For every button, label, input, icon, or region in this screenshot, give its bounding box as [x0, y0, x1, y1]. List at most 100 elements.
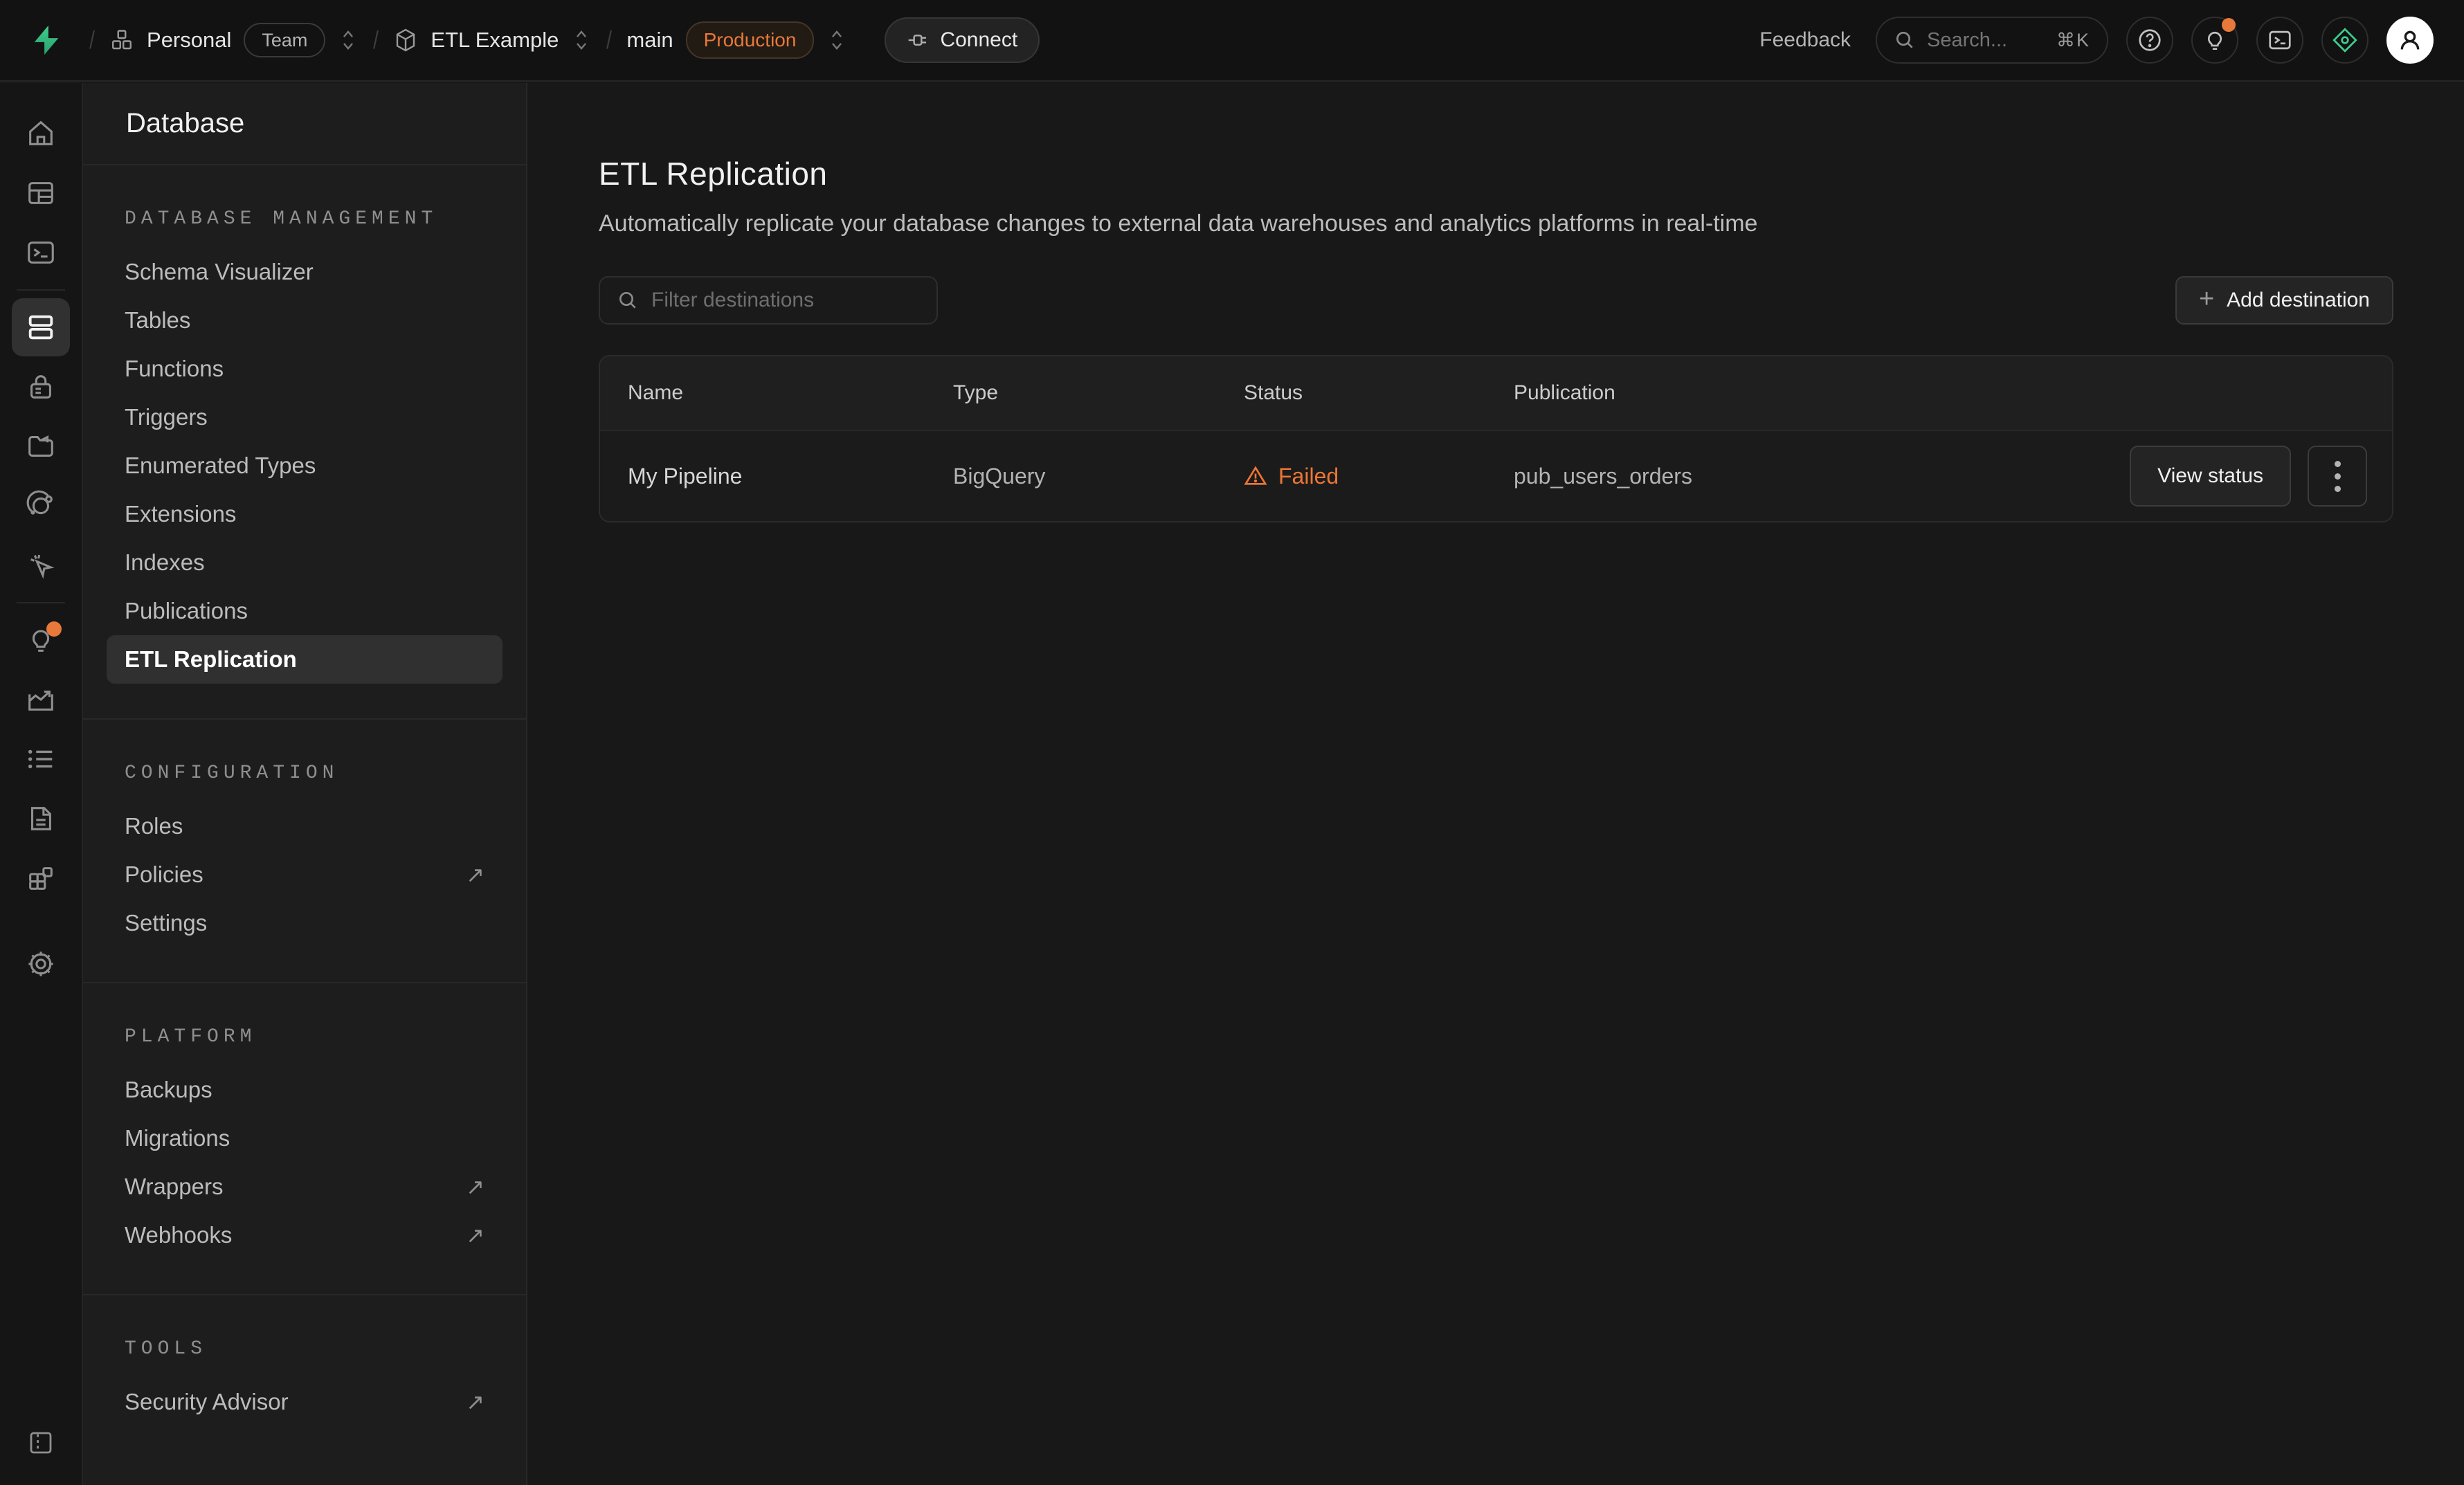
pipeline-publication: pub_users_orders	[1486, 464, 2130, 489]
rail-divider	[17, 289, 65, 291]
logs-icon	[25, 743, 57, 775]
nav-edge-functions-button[interactable]	[0, 476, 82, 536]
org-icon	[109, 28, 134, 53]
project-icon	[393, 28, 418, 53]
sidebar-section-label: CONFIGURATION	[125, 763, 484, 784]
nav-realtime-button[interactable]	[0, 536, 82, 595]
branch-switcher-chevron-icon[interactable]	[826, 28, 847, 52]
sidebar-item-label: Settings	[125, 910, 207, 936]
sidebar-item-backups[interactable]: Backups	[107, 1066, 502, 1114]
sidebar-item-triggers[interactable]: Triggers	[107, 393, 502, 441]
sidebar-divider	[83, 718, 526, 720]
filter-destinations-field[interactable]	[599, 276, 938, 325]
help-button[interactable]	[2126, 17, 2173, 64]
notifications-button[interactable]	[2191, 17, 2238, 64]
sidebar-item-security-advisor[interactable]: Security Advisor ↗	[107, 1378, 502, 1426]
view-status-button[interactable]: View status	[2130, 446, 2291, 507]
external-link-icon: ↗	[466, 1389, 484, 1415]
nav-sql-editor-button[interactable]	[0, 223, 82, 282]
org-switcher-chevron-icon[interactable]	[338, 28, 359, 52]
panel-collapse-icon	[26, 1428, 55, 1457]
nav-home-button[interactable]	[0, 104, 82, 163]
lightbulb-icon	[2202, 27, 2228, 53]
breadcrumb-project[interactable]: ETL Example	[393, 28, 592, 53]
advisors-alert-dot	[46, 621, 62, 637]
nav-auth-button[interactable]	[0, 357, 82, 417]
collapse-sidebar-button[interactable]	[0, 1413, 82, 1473]
sidebar-item-migrations[interactable]: Migrations	[107, 1114, 502, 1163]
breadcrumb-separator: /	[606, 26, 612, 55]
project-name[interactable]: ETL Example	[431, 28, 559, 53]
help-icon	[2137, 27, 2163, 53]
pipeline-type: BigQuery	[925, 464, 1216, 489]
sidebar-item-enumerated-types[interactable]: Enumerated Types	[107, 441, 502, 490]
settings-gear-icon	[25, 948, 57, 980]
sidebar-title: Database	[83, 83, 526, 165]
search-icon	[617, 289, 639, 311]
plug-icon	[907, 29, 929, 51]
sidebar-item-etl-replication[interactable]: ETL Replication	[107, 635, 502, 684]
nav-advisors-button[interactable]	[0, 610, 82, 670]
connect-button[interactable]: Connect	[885, 17, 1040, 63]
add-destination-button[interactable]: + Add destination	[2175, 276, 2393, 325]
branch-name[interactable]: main	[626, 28, 673, 53]
sidebar-item-label: Security Advisor	[125, 1389, 289, 1415]
sidebar-item-schema-visualizer[interactable]: Schema Visualizer	[107, 248, 502, 296]
row-menu-button[interactable]	[2308, 446, 2367, 507]
sidebar-item-extensions[interactable]: Extensions	[107, 490, 502, 538]
sidebar-item-settings[interactable]: Settings	[107, 899, 502, 947]
sidebar-item-webhooks[interactable]: Webhooks↗	[107, 1211, 502, 1259]
home-icon	[25, 118, 57, 149]
supabase-logo-icon[interactable]	[30, 24, 62, 57]
nav-storage-button[interactable]	[0, 417, 82, 476]
add-destination-label: Add destination	[2227, 289, 2370, 312]
cli-button[interactable]	[2256, 17, 2303, 64]
breadcrumb-separator: /	[89, 26, 95, 55]
breadcrumb-branch[interactable]: main Production	[626, 21, 847, 59]
destinations-table: Name Type Status Publication My Pipeline…	[599, 355, 2393, 522]
sidebar-item-roles[interactable]: Roles	[107, 802, 502, 850]
sidebar-item-policies[interactable]: Policies↗	[107, 850, 502, 899]
org-name[interactable]: Personal	[147, 28, 231, 53]
table-row[interactable]: My Pipeline BigQuery Failed pub_users_or…	[600, 430, 2392, 521]
search-placeholder: Search...	[1927, 29, 2007, 52]
nav-logs-button[interactable]	[0, 729, 82, 789]
breadcrumb-separator: /	[373, 26, 379, 55]
lock-icon	[25, 371, 57, 403]
edge-functions-icon	[25, 490, 57, 522]
user-icon	[2396, 26, 2424, 54]
nav-reports-button[interactable]	[0, 670, 82, 729]
search-shortcut: ⌘K	[2056, 30, 2090, 51]
column-header-name: Name	[600, 381, 925, 405]
folder-icon	[25, 430, 57, 462]
feedback-button[interactable]: Feedback	[1752, 28, 1858, 52]
nav-table-editor-button[interactable]	[0, 163, 82, 223]
sidebar-item-functions[interactable]: Functions	[107, 345, 502, 393]
sidebar-item-label: Wrappers	[125, 1174, 223, 1200]
sidebar-divider	[83, 982, 526, 983]
sidebar-item-label: Functions	[125, 356, 224, 382]
nav-integrations-button[interactable]	[0, 848, 82, 908]
filter-destinations-input[interactable]	[651, 289, 920, 312]
nav-database-button[interactable]	[0, 298, 82, 357]
ai-assistant-button[interactable]	[2321, 17, 2368, 64]
sidebar-section-label: DATABASE MANAGEMENT	[125, 208, 484, 230]
project-switcher-chevron-icon[interactable]	[571, 28, 592, 52]
global-search[interactable]: Search... ⌘K	[1876, 17, 2108, 64]
top-bar: / Personal Team / ETL Example /	[0, 0, 2464, 82]
org-plan-badge: Team	[244, 23, 325, 57]
main-content: ETL Replication Automatically replicate …	[527, 83, 2464, 1485]
sidebar-item-publications[interactable]: Publications	[107, 587, 502, 635]
breadcrumb-org[interactable]: Personal Team	[109, 23, 359, 57]
sidebar-item-wrappers[interactable]: Wrappers↗	[107, 1163, 502, 1211]
kebab-icon	[2335, 461, 2341, 492]
plus-icon: +	[2199, 286, 2214, 312]
sidebar-item-indexes[interactable]: Indexes	[107, 538, 502, 587]
external-link-icon: ↗	[466, 862, 484, 888]
nav-api-docs-button[interactable]	[0, 789, 82, 848]
user-avatar[interactable]	[2386, 17, 2434, 64]
nav-rail	[0, 83, 83, 1485]
nav-settings-button[interactable]	[0, 934, 82, 994]
active-nav-highlight	[12, 298, 70, 356]
sidebar-item-tables[interactable]: Tables	[107, 296, 502, 345]
